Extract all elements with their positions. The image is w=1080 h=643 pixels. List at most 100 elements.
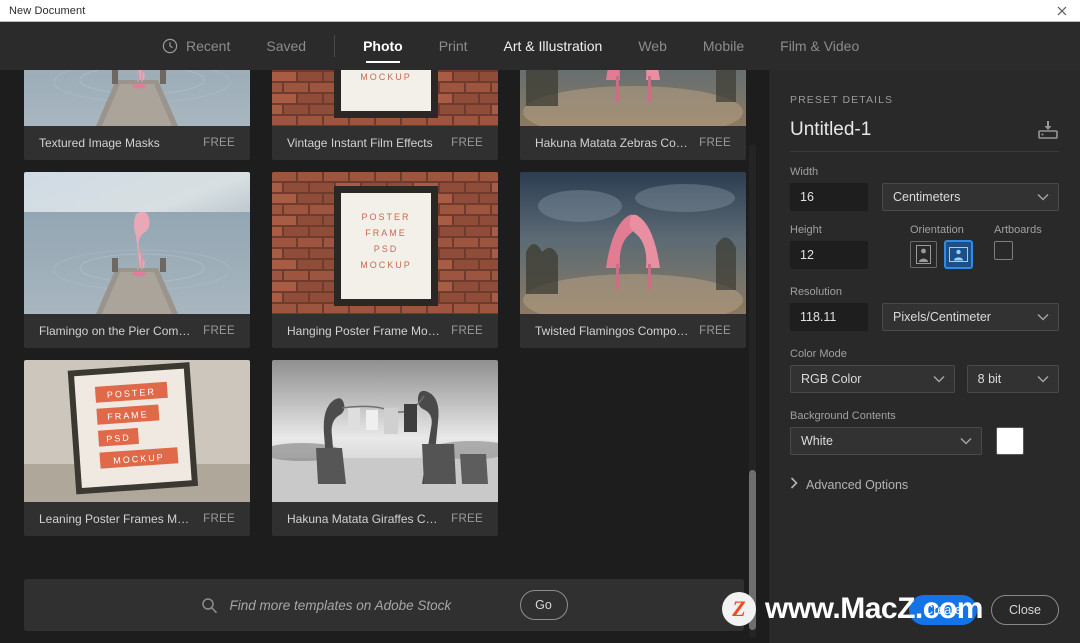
template-thumbnail: POSTER FRAME PSD MOCKUP bbox=[272, 172, 498, 314]
chevron-down-icon bbox=[933, 372, 945, 386]
artboards-label: Artboards bbox=[994, 224, 1042, 236]
color-mode-select[interactable]: RGB Color bbox=[790, 365, 955, 393]
stock-search-go-button[interactable]: Go bbox=[520, 590, 568, 620]
template-scrollbar-thumb[interactable] bbox=[749, 470, 756, 630]
tab-label: Recent bbox=[186, 38, 230, 54]
template-card[interactable]: POSTER FRAME PSD MOCKUP Hanging Poster F… bbox=[272, 172, 498, 348]
orientation-group: Orientation bbox=[910, 224, 972, 269]
orientation-label: Orientation bbox=[910, 224, 972, 236]
template-title: Twisted Flamingos Composite bbox=[535, 324, 699, 338]
orientation-portrait-button[interactable] bbox=[910, 241, 937, 268]
template-price-badge: FREE bbox=[451, 325, 483, 337]
background-color-swatch[interactable] bbox=[996, 427, 1024, 455]
template-title: Hakuna Matata Giraffes Compos... bbox=[287, 512, 451, 526]
preset-name-input[interactable] bbox=[790, 119, 1010, 141]
resolution-unit-value: Pixels/Centimeter bbox=[893, 310, 991, 324]
window-title: New Document bbox=[9, 5, 85, 17]
svg-text:FRAME: FRAME bbox=[365, 228, 407, 238]
background-contents-select[interactable]: White bbox=[790, 427, 982, 455]
tab-mobile[interactable]: Mobile bbox=[685, 22, 762, 70]
template-row: Textured Image MasksFREE POSTER FRAME PS… bbox=[24, 70, 744, 160]
template-card[interactable]: Flamingo on the Pier CompositeFREE bbox=[24, 172, 250, 348]
template-card[interactable]: Hakuna Matata Giraffes Compos...FREE bbox=[272, 360, 498, 536]
template-price-badge: FREE bbox=[203, 325, 235, 337]
template-title: Flamingo on the Pier Composite bbox=[39, 324, 203, 338]
tab-film-video[interactable]: Film & Video bbox=[762, 22, 877, 70]
template-card[interactable]: Hakuna Matata Zebras CompositeFREE bbox=[520, 70, 746, 160]
template-card[interactable]: Twisted Flamingos CompositeFREE bbox=[520, 172, 746, 348]
width-unit-select[interactable]: Centimeters bbox=[882, 183, 1059, 211]
height-label: Height bbox=[790, 224, 868, 236]
width-unit-value: Centimeters bbox=[893, 190, 960, 204]
svg-text:PSD: PSD bbox=[106, 432, 131, 444]
template-card[interactable]: Textured Image MasksFREE bbox=[24, 70, 250, 160]
save-preset-icon[interactable] bbox=[1037, 120, 1059, 140]
adobe-stock-search-bar: Find more templates on Adobe Stock Go bbox=[24, 579, 744, 631]
tabs-container: Recent Saved Photo Print Art & Illustration W… bbox=[0, 22, 877, 70]
close-window-button[interactable] bbox=[1048, 2, 1076, 20]
landscape-icon bbox=[949, 247, 968, 262]
artboards-group: Artboards bbox=[994, 224, 1042, 269]
tab-label: Print bbox=[439, 38, 468, 54]
bit-depth-select[interactable]: 8 bit bbox=[967, 365, 1059, 393]
width-label: Width bbox=[790, 166, 1059, 178]
tab-web[interactable]: Web bbox=[620, 22, 685, 70]
tab-label: Art & Illustration bbox=[504, 38, 603, 54]
tab-photo[interactable]: Photo bbox=[345, 22, 421, 70]
height-group: Height bbox=[790, 224, 868, 269]
preset-name-row bbox=[790, 119, 1059, 152]
preset-details-heading: PRESET DETAILS bbox=[790, 94, 1059, 106]
template-card-label: Vintage Instant Film EffectsFREE bbox=[272, 126, 498, 160]
resolution-unit-select[interactable]: Pixels/Centimeter bbox=[882, 303, 1059, 331]
template-card-label: Hakuna Matata Giraffes Compos...FREE bbox=[272, 502, 498, 536]
template-card[interactable]: POSTER FRAME PSD MOCKUP Vintage Instant … bbox=[272, 70, 498, 160]
advanced-options-toggle[interactable]: Advanced Options bbox=[790, 477, 1059, 492]
template-thumbnail bbox=[24, 70, 250, 126]
template-thumbnail bbox=[520, 70, 746, 126]
template-thumbnail bbox=[24, 172, 250, 314]
close-icon bbox=[1057, 6, 1067, 16]
background-contents-value: White bbox=[801, 434, 833, 448]
height-orientation-artboards-row: Height Orientation bbox=[790, 224, 1059, 269]
chevron-down-icon bbox=[1037, 372, 1049, 386]
template-title: Textured Image Masks bbox=[39, 136, 203, 150]
tab-art-illustration[interactable]: Art & Illustration bbox=[486, 22, 621, 70]
window-titlebar: New Document bbox=[0, 0, 1080, 22]
template-row: Flamingo on the Pier CompositeFREE POSTE… bbox=[24, 172, 744, 348]
preset-details-panel: PRESET DETAILS Width Centimeters bbox=[768, 70, 1080, 643]
template-title: Hanging Poster Frame Mockup bbox=[287, 324, 451, 338]
resolution-input[interactable] bbox=[790, 303, 868, 331]
close-button[interactable]: Close bbox=[991, 595, 1059, 625]
template-price-badge: FREE bbox=[203, 137, 235, 149]
template-title: Hakuna Matata Zebras Composite bbox=[535, 136, 699, 150]
create-button[interactable]: Create bbox=[909, 595, 977, 625]
height-input[interactable] bbox=[790, 241, 868, 269]
template-thumbnail bbox=[272, 360, 498, 502]
template-card-label: Hakuna Matata Zebras CompositeFREE bbox=[520, 126, 746, 160]
resolution-label: Resolution bbox=[790, 286, 1059, 298]
tab-saved[interactable]: Saved bbox=[248, 22, 324, 70]
chevron-down-icon bbox=[1037, 310, 1049, 324]
template-card-label: Textured Image MasksFREE bbox=[24, 126, 250, 160]
tab-print[interactable]: Print bbox=[421, 22, 486, 70]
template-price-badge: FREE bbox=[203, 513, 235, 525]
template-price-badge: FREE bbox=[451, 137, 483, 149]
width-input[interactable] bbox=[790, 183, 868, 211]
artboards-checkbox[interactable] bbox=[994, 241, 1013, 260]
template-thumbnail bbox=[520, 172, 746, 314]
svg-text:PSD: PSD bbox=[374, 244, 399, 254]
clock-icon bbox=[162, 38, 178, 54]
template-card-label: Twisted Flamingos CompositeFREE bbox=[520, 314, 746, 348]
panel-action-buttons: Create Close bbox=[909, 595, 1059, 625]
template-card[interactable]: POSTER FRAME PSD MOCKUP Leaning Poster F… bbox=[24, 360, 250, 536]
stock-search-placeholder[interactable]: Find more templates on Adobe Stock bbox=[230, 598, 508, 613]
template-browser: Textured Image MasksFREE POSTER FRAME PS… bbox=[0, 70, 768, 643]
template-row: POSTER FRAME PSD MOCKUP Leaning Poster F… bbox=[24, 360, 744, 536]
document-type-tabbar: Recent Saved Photo Print Art & Illustration W… bbox=[0, 22, 1080, 70]
tab-label: Web bbox=[638, 38, 667, 54]
template-price-badge: FREE bbox=[699, 137, 731, 149]
template-card-label: Flamingo on the Pier CompositeFREE bbox=[24, 314, 250, 348]
orientation-landscape-button[interactable] bbox=[945, 241, 972, 268]
tab-recent[interactable]: Recent bbox=[144, 22, 248, 70]
tab-label: Saved bbox=[266, 38, 306, 54]
